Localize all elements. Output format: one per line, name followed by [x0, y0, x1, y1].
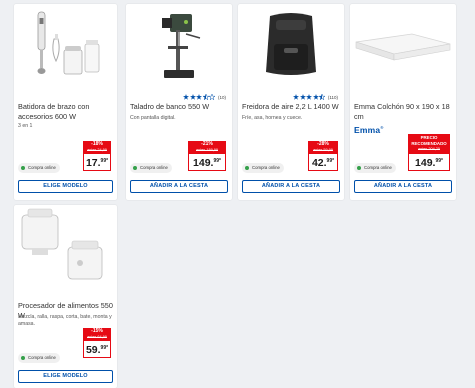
old-price: antes 204,25 [418, 147, 440, 151]
product-subtitle: Fríe, asa, hornea y cuece. [242, 115, 303, 121]
current-price: 59.99* [83, 341, 111, 358]
price-suffix: * [332, 158, 335, 164]
product-image[interactable] [14, 205, 117, 293]
product-card[interactable]: Procesador de alimentos 550 W Mezcla, ra… [14, 205, 117, 388]
price-integer: 42. [311, 157, 327, 169]
star-icon [312, 94, 319, 100]
current-price: 149.99* [408, 153, 450, 171]
price-box: -28% antes 59,99 42.99* [308, 141, 338, 171]
current-price: 42.99* [308, 154, 338, 171]
product-subtitle: 3 en 1 [18, 123, 33, 129]
old-price: antes 24,99 [87, 147, 107, 152]
online-badge: Compra online [242, 163, 284, 173]
add-to-cart-button[interactable]: AÑADIR A LA CESTA [354, 180, 452, 193]
price-suffix: * [219, 158, 221, 164]
star-half-icon [318, 93, 327, 101]
product-subtitle: Con pantalla digital. [130, 115, 176, 121]
price-box: -18% antes 24,99 17.99* [83, 141, 111, 171]
product-title[interactable]: Batidora de brazo con accesorios 600 W [18, 102, 113, 122]
product-card[interactable]: Batidora de brazo con accesorios 600 W 3… [14, 4, 117, 200]
product-title[interactable]: Taladro de banco 550 W [130, 102, 228, 112]
old-price: antes 189,99 [196, 147, 218, 152]
discount-label: PRECIO RECOMENDADO antes 204,25 [408, 134, 450, 154]
rating[interactable]: (10) [183, 93, 226, 101]
current-price: 17.99* [83, 154, 111, 171]
discount-label: -21% antes 189,99 [188, 141, 226, 154]
product-image[interactable] [14, 4, 117, 92]
online-badge: Compra online [354, 163, 396, 173]
star-half-icon [202, 93, 210, 101]
price-integer: 17. [85, 157, 101, 169]
product-image[interactable] [126, 4, 232, 92]
product-card[interactable]: (10) Taladro de banco 550 W Con pantalla… [126, 4, 232, 200]
brand-name: Emma [354, 125, 381, 135]
rating-count: (10) [217, 94, 226, 100]
online-badge: Compra online [18, 163, 60, 173]
brand-mark: ® [380, 125, 384, 131]
product-subtitle: Mezcla, ralla, raspa, corta, bate, monta… [18, 314, 112, 327]
add-to-cart-button[interactable]: AÑADIR A LA CESTA [130, 180, 228, 193]
price-integer: 149. [193, 157, 214, 169]
product-card[interactable]: (110) Freidora de aire 2,2 L 1400 W Fríe… [238, 4, 344, 200]
product-card[interactable]: Emma Colchón 90 x 190 x 18 cm Emma® Comp… [350, 4, 456, 200]
product-image[interactable] [350, 4, 456, 92]
product-image[interactable] [238, 4, 344, 92]
rating-count: (110) [327, 94, 338, 100]
price-suffix: * [106, 345, 109, 351]
star-icon [183, 94, 190, 100]
current-price: 149.99* [188, 154, 226, 171]
brand-logo: Emma® [354, 125, 383, 135]
star-empty-icon [208, 93, 217, 101]
rating[interactable]: (110) [293, 93, 338, 101]
discount-label: -18% antes 24,99 [83, 141, 111, 154]
product-title[interactable]: Emma Colchón 90 x 190 x 18 cm [354, 102, 452, 122]
price-integer: 149. [415, 156, 436, 169]
old-price: antes 59,99 [313, 147, 333, 152]
online-badge: Compra online [130, 163, 172, 173]
discount-label: -28% antes 59,99 [308, 141, 338, 154]
star-icon [293, 94, 300, 100]
online-badge: Compra online [18, 353, 60, 363]
price-box: -15% antes 64,99 59.99* [83, 328, 111, 358]
price-suffix: * [441, 157, 443, 164]
add-to-cart-button[interactable]: AÑADIR A LA CESTA [242, 180, 340, 193]
star-icon [196, 94, 203, 100]
old-price: antes 64,99 [87, 334, 107, 339]
star-icon [299, 94, 306, 100]
price-box: PRECIO RECOMENDADO antes 204,25 149.99* [408, 134, 450, 171]
recommended-price-label: PRECIO RECOMENDADO [411, 135, 447, 146]
star-icon [189, 94, 196, 100]
discount-label: -15% antes 64,99 [83, 328, 111, 341]
price-box: -21% antes 189,99 149.99* [188, 141, 226, 171]
star-icon [306, 94, 313, 100]
price-integer: 59. [85, 344, 101, 356]
choose-model-button[interactable]: ELIGE MODELO [18, 180, 113, 193]
price-suffix: * [106, 158, 109, 164]
choose-model-button[interactable]: ELIGE MODELO [18, 370, 113, 383]
product-title[interactable]: Freidora de aire 2,2 L 1400 W [242, 102, 340, 112]
